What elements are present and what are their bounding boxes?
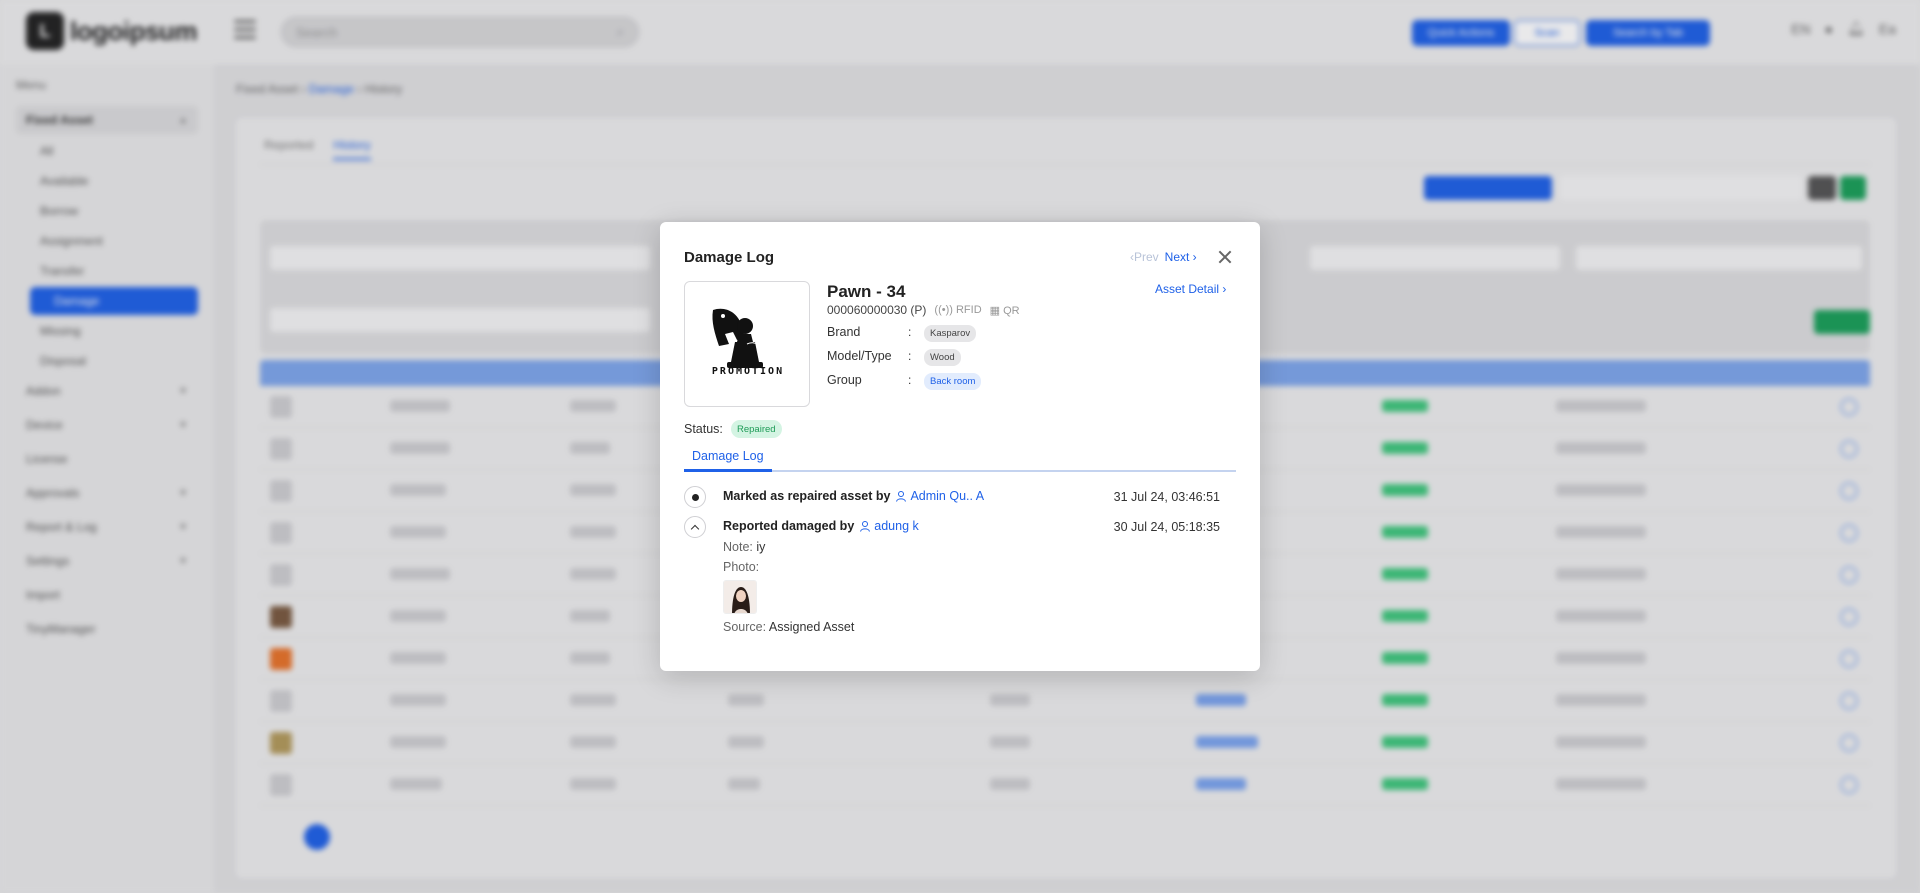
qr-badge: ▦ QR: [990, 304, 1020, 317]
brand-chip: Kasparov: [924, 325, 977, 342]
tab-damage-log[interactable]: Damage Log: [692, 449, 764, 463]
collapse-toggle[interactable]: [684, 516, 706, 538]
asset-name: Pawn - 34: [827, 282, 906, 301]
prev-button[interactable]: ‹Prev: [1130, 250, 1159, 264]
photo-label: Photo:: [723, 560, 760, 574]
event-note: Note: iy: [723, 540, 765, 554]
prop-brand-label: Brand: [827, 325, 861, 339]
event-user-name: adung k: [874, 519, 919, 533]
chess-piece-icon: [712, 308, 763, 368]
source-value: Assigned Asset: [768, 620, 855, 634]
event-time: 30 Jul 24, 05:18:35: [1113, 520, 1220, 534]
next-button[interactable]: Next ›: [1165, 250, 1197, 264]
rfid-badge: ((•)) RFID: [934, 304, 982, 316]
prop-colon: :: [908, 373, 912, 387]
asset-image: PROMOTION: [684, 281, 810, 407]
prop-model-label: Model/Type: [827, 349, 892, 363]
group-chip: Back room: [924, 373, 982, 390]
user-icon: [896, 491, 907, 502]
damage-photo[interactable]: [723, 580, 757, 614]
modal-title: Damage Log: [684, 249, 775, 266]
event-source: Source: Assigned Asset: [723, 620, 854, 634]
timeline-dot: [684, 486, 706, 508]
asset-code: 000060000030 (P): [827, 303, 927, 317]
chevron-up-icon: [690, 524, 700, 533]
event-time: 31 Jul 24, 03:46:51: [1113, 490, 1220, 504]
event-user-name: Admin Qu.. A: [910, 489, 985, 503]
model-chip: Wood: [924, 349, 961, 366]
photo-thumbnail: [724, 581, 756, 613]
event-user[interactable]: adung k: [859, 519, 919, 533]
note-label: Note:: [723, 540, 753, 554]
close-icon[interactable]: [1216, 248, 1234, 266]
status-label: Status:: [684, 422, 723, 436]
asset-image-caption: PROMOTION: [711, 366, 785, 377]
prop-group-label: Group: [827, 373, 862, 387]
source-label: Source:: [723, 620, 767, 634]
modal-pager: ‹Prev Next ›: [1130, 250, 1197, 264]
event-user[interactable]: Admin Qu.. A: [895, 489, 984, 503]
event-action: Reported damaged by: [723, 519, 855, 533]
asset-code-row: 000060000030 (P) ((•)) RFID ▦ QR: [827, 303, 1020, 317]
note-value: iy: [756, 540, 766, 554]
event-repaired: Marked as repaired asset by Admin Qu.. A: [723, 489, 984, 503]
asset-detail-link[interactable]: Asset Detail ›: [1155, 282, 1226, 296]
qr-icon: ▦: [989, 304, 1001, 317]
damage-log-modal: Damage Log ‹Prev Next › PROMOTION Pawn -…: [660, 222, 1260, 671]
event-reported: Reported damaged by adung k: [723, 519, 919, 533]
prop-colon: :: [908, 349, 912, 363]
tab-active-indicator: [684, 469, 772, 472]
user-icon: [860, 521, 871, 532]
prop-colon: :: [908, 325, 912, 339]
qr-label: QR: [1003, 304, 1020, 317]
event-action: Marked as repaired asset by: [723, 489, 891, 503]
status-badge: Repaired: [731, 420, 782, 438]
